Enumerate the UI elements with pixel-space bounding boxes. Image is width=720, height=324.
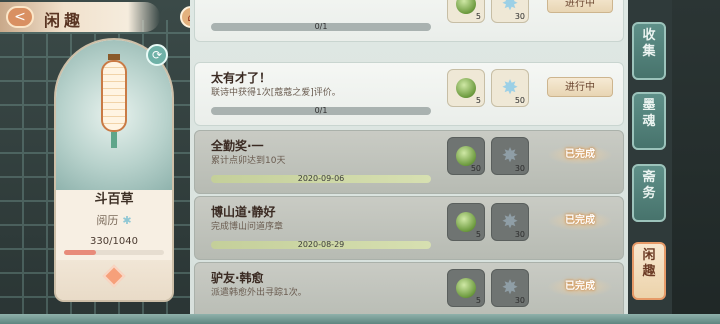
jade-icon	[456, 212, 476, 232]
task-description: 联诗中获得1次[蔻蔻之爱]评价。	[211, 88, 341, 98]
jade-icon	[456, 0, 476, 14]
experience-label: 阅历 ✱	[96, 214, 132, 227]
task-title: 博山道·静好	[211, 205, 276, 219]
jade-icon	[456, 278, 476, 298]
task-description: 派遣韩愈外出寻踪1次。	[211, 288, 307, 298]
experience-value: 330/1040	[90, 236, 138, 247]
task-progress-bar: 0/1	[211, 22, 431, 31]
experience-bar	[64, 250, 164, 255]
list-item: 博山道·静好 完成博山问道序章 2020-08-29 5 ✸ 30 已完成	[194, 196, 624, 260]
reward-count: 30	[514, 12, 525, 21]
reward-count: 5	[475, 96, 481, 105]
background-right	[672, 0, 720, 324]
experience-star-icon: ✱	[122, 214, 132, 227]
status-button[interactable]: 进行中	[547, 77, 613, 97]
tab-collect[interactable]: 收 集	[632, 22, 666, 80]
task-title: 太有才了！	[211, 71, 272, 85]
task-progress-text: 0/1	[314, 22, 328, 31]
status-badge: 已完成	[547, 277, 613, 297]
reward-star[interactable]: ✸ 30	[491, 269, 529, 307]
reward-count: 30	[514, 164, 525, 173]
lantern-icon	[98, 54, 130, 150]
tab-label: 闲 趣	[642, 248, 656, 279]
reward-jade[interactable]: 50	[447, 137, 485, 175]
tab-label: 斋 务	[642, 170, 656, 201]
tab-zhaiwu[interactable]: 斋 务	[632, 164, 666, 222]
list-item: 全勤奖·一 累计点卯达到10天 2020-09-06 50 ✸ 30 已完成	[194, 130, 624, 194]
star-icon: ✸	[501, 209, 519, 233]
reward-jade[interactable]: 5	[447, 0, 485, 23]
tab-mohun[interactable]: 墨 魂	[632, 92, 666, 150]
character-name: 斗百草	[94, 192, 134, 207]
reward-count: 50	[470, 164, 481, 173]
reward-star[interactable]: ✸ 30	[491, 0, 529, 23]
completion-date: 2020-09-06	[297, 174, 345, 183]
task-completion-bar: 2020-08-29	[211, 240, 431, 249]
page-title: 闲趣	[44, 11, 85, 30]
reward-count: 5	[475, 230, 481, 239]
reward-count: 5	[475, 12, 481, 21]
task-description: 完成博山问道序章	[211, 222, 284, 232]
reward-star[interactable]: ✸ 30	[491, 203, 529, 241]
status-button[interactable]: 进行中	[547, 0, 613, 13]
list-item: 0/1 5 ✸ 30 进行中	[194, 0, 624, 42]
task-completion-bar: 2020-09-06	[211, 174, 431, 183]
reward-jade[interactable]: 5	[447, 203, 485, 241]
star-icon: ✸	[501, 275, 519, 299]
task-title: 驴友·韩愈	[211, 271, 264, 285]
jade-icon	[456, 78, 476, 98]
bottom-frame	[0, 314, 720, 324]
reward-count: 5	[475, 296, 481, 305]
reward-count: 30	[514, 230, 525, 239]
reward-star[interactable]: ✸ 30	[491, 137, 529, 175]
task-title: 全勤奖·一	[211, 139, 264, 153]
reward-count: 30	[514, 296, 525, 305]
star-icon: ✸	[501, 143, 519, 167]
character-card: 斗百草 阅历 ✱ 330/1040	[54, 38, 174, 302]
reward-star[interactable]: ✸ 50	[491, 69, 529, 107]
achievement-list[interactable]: 0/1 5 ✸ 30 进行中 太有才了！ 联诗中获得1次[蔻蔻之爱]评价。 0/…	[190, 0, 628, 324]
reward-jade[interactable]: 5	[447, 69, 485, 107]
tab-xianqu[interactable]: 闲 趣	[632, 242, 666, 300]
back-arrow-icon: <	[14, 9, 26, 25]
refresh-icon: ⟳	[151, 48, 163, 62]
task-progress-bar: 0/1	[211, 106, 431, 115]
list-item: 太有才了！ 联诗中获得1次[蔻蔻之爱]评价。 0/1 5 ✸ 50 进行中	[194, 62, 624, 126]
tab-label: 收 集	[642, 28, 656, 59]
status-badge: 已完成	[547, 145, 613, 165]
top-bar: < 闲趣	[0, 2, 160, 32]
reward-jade[interactable]: 5	[447, 269, 485, 307]
star-icon: ✸	[501, 75, 519, 99]
jade-icon	[456, 146, 476, 166]
status-badge: 已完成	[547, 211, 613, 231]
refresh-button[interactable]: ⟳	[146, 44, 168, 66]
tab-label: 墨 魂	[642, 98, 656, 129]
reward-count: 50	[514, 96, 525, 105]
experience-bar-fill	[64, 250, 96, 255]
back-button[interactable]: <	[6, 6, 34, 28]
completion-date: 2020-08-29	[297, 240, 345, 249]
task-progress-text: 0/1	[314, 106, 328, 115]
task-description: 累计点卯达到10天	[211, 156, 286, 166]
